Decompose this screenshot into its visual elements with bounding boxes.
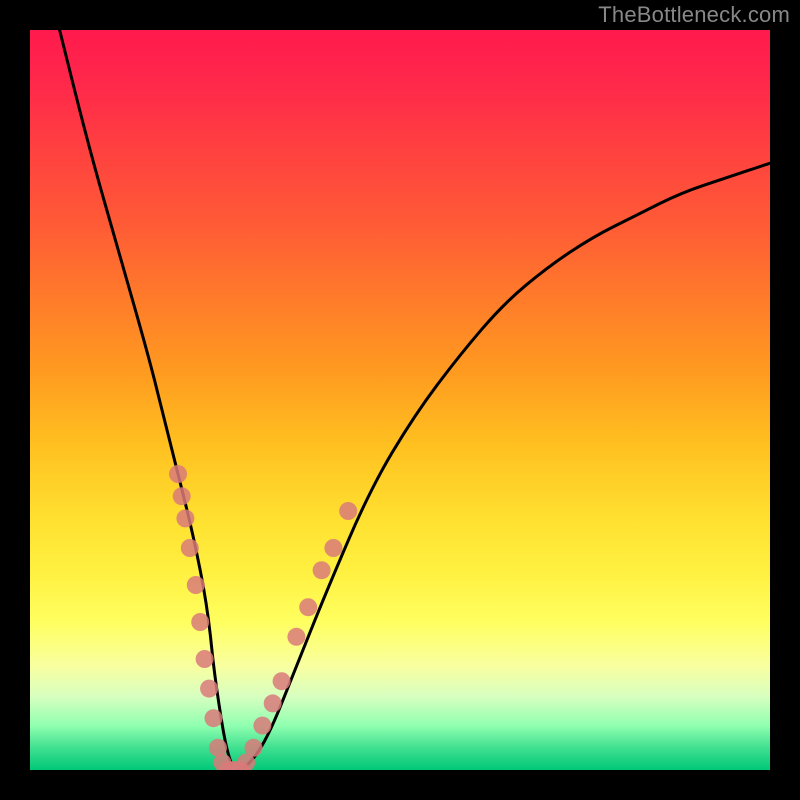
marker-point (264, 694, 282, 712)
marker-point (205, 709, 223, 727)
marker-point (169, 465, 187, 483)
marker-point (173, 487, 191, 505)
watermark-text: TheBottleneck.com (598, 2, 790, 28)
bottleneck-curve (60, 30, 770, 770)
marker-point (299, 598, 317, 616)
marker-point (245, 739, 263, 757)
plot-area (30, 30, 770, 770)
marker-point (287, 628, 305, 646)
marker-point (237, 754, 255, 770)
highlighted-points (169, 465, 357, 770)
marker-point (273, 672, 291, 690)
marker-point (187, 576, 205, 594)
marker-point (200, 680, 218, 698)
marker-point (191, 613, 209, 631)
marker-point (324, 539, 342, 557)
marker-point (181, 539, 199, 557)
marker-point (196, 650, 214, 668)
marker-point (253, 717, 271, 735)
marker-point (313, 561, 331, 579)
chart-frame: TheBottleneck.com (0, 0, 800, 800)
chart-overlay (30, 30, 770, 770)
marker-point (339, 502, 357, 520)
marker-point (213, 754, 231, 770)
marker-point (209, 739, 227, 757)
marker-point (231, 761, 249, 770)
marker-point (219, 761, 237, 770)
marker-point (176, 509, 194, 527)
marker-point (225, 761, 243, 770)
